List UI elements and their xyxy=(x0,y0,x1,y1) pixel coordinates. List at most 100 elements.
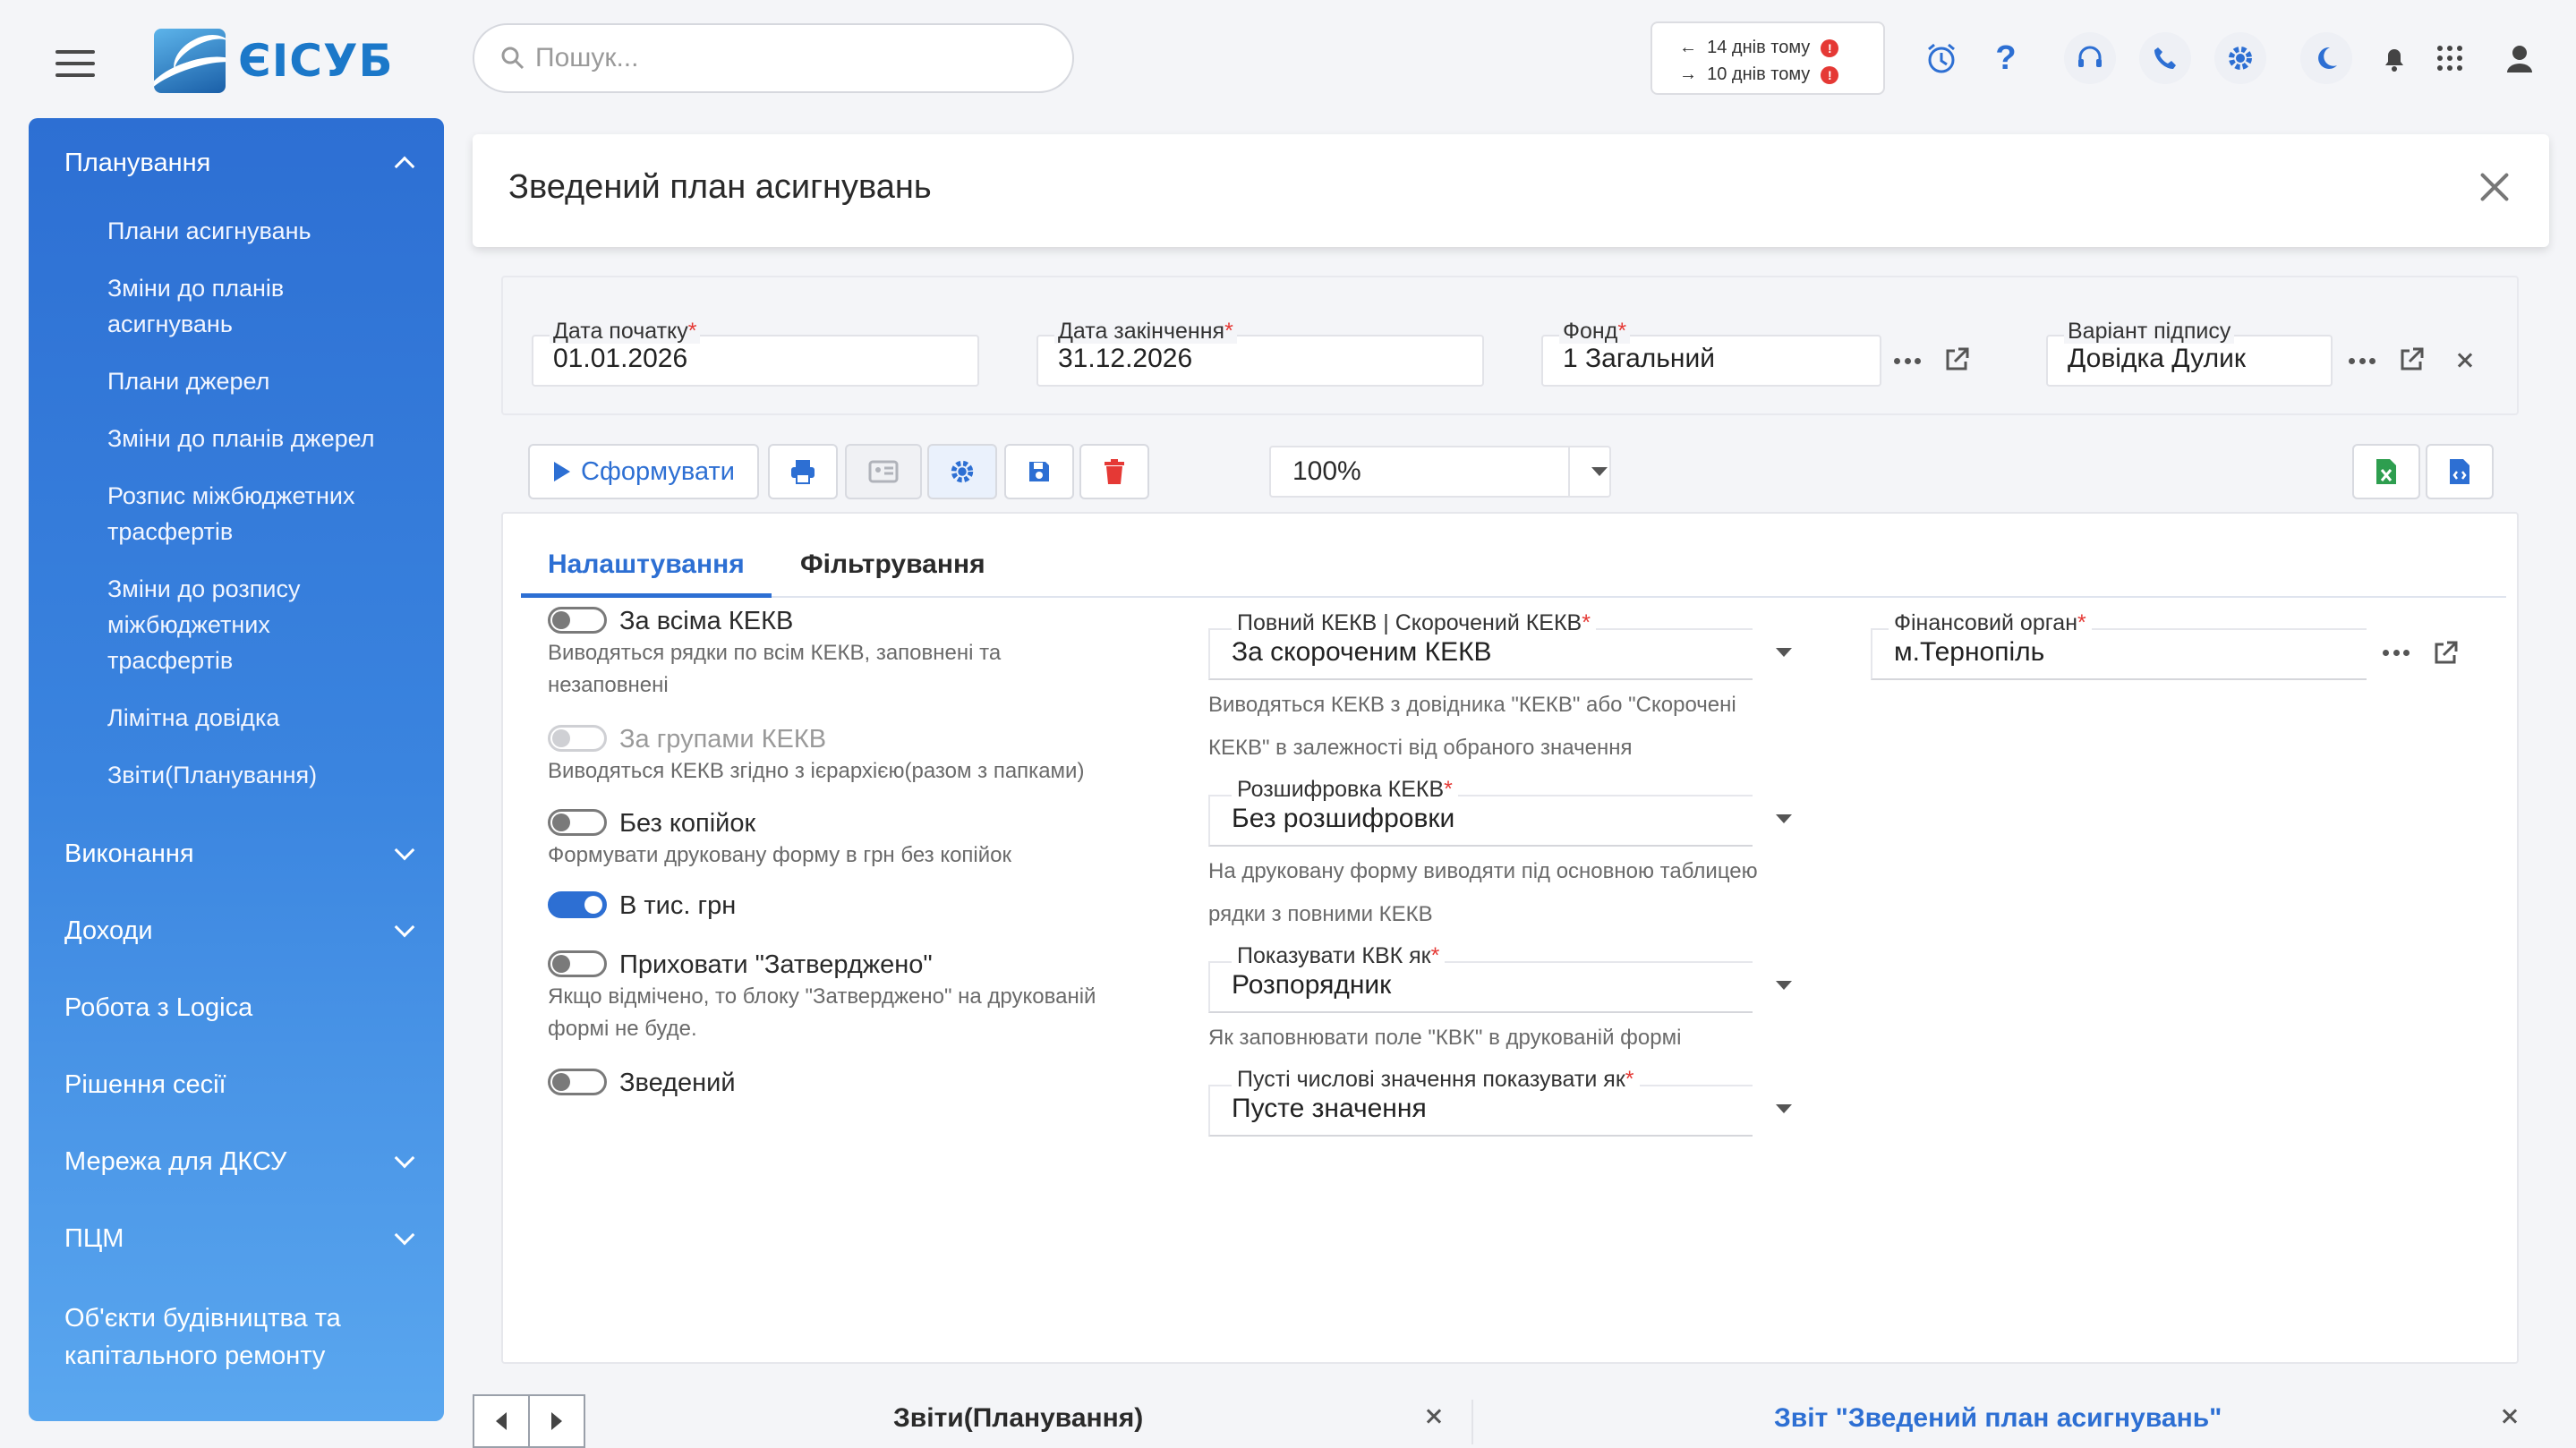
search-input[interactable]: Пошук... xyxy=(473,23,1074,93)
kekv-decode-select[interactable]: Без розшифровки xyxy=(1208,795,1753,847)
tabs-next-button[interactable] xyxy=(528,1394,585,1448)
signature-more-icon[interactable] xyxy=(2349,356,2376,365)
sidebar-section-network[interactable]: Мережа для ДКСУ xyxy=(64,1144,286,1180)
sidebar-section-execution[interactable]: Виконання xyxy=(64,836,194,872)
settings-gear-icon[interactable] xyxy=(2214,32,2266,84)
bottom-tab-close-icon[interactable] xyxy=(1425,1407,1443,1425)
sidebar-item-limit-reference[interactable]: Лімітна довідка xyxy=(107,700,279,736)
toggle-hide-approved[interactable] xyxy=(548,950,607,977)
settings-button[interactable] xyxy=(927,444,997,499)
sidebar-item-plan-changes[interactable]: Зміни до планів асигнувань xyxy=(107,270,376,342)
help-icon[interactable]: ? xyxy=(1980,32,2032,84)
trash-icon xyxy=(1105,459,1124,484)
toggle-consolidated[interactable] xyxy=(548,1069,607,1095)
select-hint: Як заповнювати поле "КВК" в друкованій ф… xyxy=(1208,1026,1682,1050)
close-icon[interactable] xyxy=(2472,165,2517,209)
excel-file-icon xyxy=(2376,459,2396,484)
sidebar-section-logica[interactable]: Робота з Logica xyxy=(64,990,252,1026)
arrow-left-icon: ← xyxy=(1679,38,1697,57)
chevron-down-icon[interactable] xyxy=(1776,648,1792,657)
chevron-down-icon[interactable] xyxy=(1776,981,1792,990)
user-avatar-icon[interactable] xyxy=(2494,32,2546,84)
support-headset-icon[interactable] xyxy=(2064,32,2116,84)
tab-filtering[interactable]: Фільтрування xyxy=(800,549,985,580)
generate-button[interactable]: Сформувати xyxy=(528,444,759,499)
select-hint: КЕКВ" в залежності від обраного значення xyxy=(1208,736,1633,760)
option-title: За всіма КЕКВ xyxy=(619,607,794,635)
fin-org-open-icon[interactable] xyxy=(2431,639,2460,668)
chevron-down-icon[interactable] xyxy=(1776,814,1792,823)
sidebar-item-transfers[interactable]: Розпис міжбюджетних трасфертів xyxy=(107,478,412,549)
option-desc: Формувати друковану форму в грн без копі… xyxy=(548,843,1012,867)
chevron-down-icon[interactable] xyxy=(1591,467,1608,476)
page-header: Зведений план асигнувань xyxy=(473,134,2549,247)
chevron-down-icon[interactable] xyxy=(394,916,415,938)
doc-file-icon xyxy=(2450,459,2469,484)
signature-open-icon[interactable] xyxy=(2397,345,2426,374)
toggle-no-kopecks[interactable] xyxy=(548,809,607,836)
start-date-label: Дата початку* xyxy=(550,319,701,344)
apps-grid-icon[interactable] xyxy=(2424,32,2476,84)
fin-org-more-icon[interactable] xyxy=(2383,648,2410,657)
sidebar-section-construction[interactable]: Об'єкти будівництва та капітального ремо… xyxy=(64,1299,387,1375)
sidebar-item-source-plans[interactable]: Плани джерел xyxy=(107,363,269,399)
fund-more-icon[interactable] xyxy=(1894,356,1921,365)
option-title: Приховати "Затверджено" xyxy=(619,950,933,979)
export-doc-button[interactable] xyxy=(2426,444,2494,499)
empty-values-select[interactable]: Пусте значення xyxy=(1208,1085,1753,1137)
sidebar: Планування Плани асигнувань Зміни до пла… xyxy=(29,118,444,1421)
bottom-tab-close-icon[interactable] xyxy=(2501,1407,2519,1425)
sidebar-section-income[interactable]: Доходи xyxy=(64,913,153,949)
fund-open-icon[interactable] xyxy=(1942,345,1971,374)
option-desc: Виводяться КЕКВ згідно з ієрархією(разом… xyxy=(548,759,1085,783)
tab-settings[interactable]: Налаштування xyxy=(548,549,745,580)
option-title: В тис. грн xyxy=(619,891,737,920)
kekv-mode-select[interactable]: За скороченим КЕКВ xyxy=(1208,628,1753,680)
sidebar-item-transfer-changes[interactable]: Зміни до розпису міжбюджетних трасфертів xyxy=(107,571,376,678)
toggle-thousands[interactable] xyxy=(548,891,607,918)
zoom-select[interactable]: 100% xyxy=(1269,446,1611,498)
search-icon xyxy=(501,47,525,70)
arrow-right-icon xyxy=(551,1412,562,1430)
sidebar-section-pcm[interactable]: ПЦМ xyxy=(64,1221,124,1256)
sidebar-item-reports[interactable]: Звіти(Планування) xyxy=(107,757,317,793)
sidebar-section-session[interactable]: Рішення сесії xyxy=(64,1067,226,1103)
export-excel-button[interactable] xyxy=(2352,444,2420,499)
chevron-down-icon[interactable] xyxy=(1776,1104,1792,1113)
phone-icon[interactable] xyxy=(2139,32,2191,84)
delete-button[interactable] xyxy=(1079,444,1149,499)
tabs-prev-button[interactable] xyxy=(473,1394,530,1448)
history-forward[interactable]: → 10 днів тому! xyxy=(1679,61,1883,88)
history-widget[interactable]: ← 14 днів тому! → 10 днів тому! xyxy=(1651,21,1885,95)
save-button[interactable] xyxy=(1004,444,1074,499)
chevron-down-icon[interactable] xyxy=(394,1147,415,1169)
menu-icon[interactable] xyxy=(55,50,95,77)
signature-clear-icon[interactable] xyxy=(2456,351,2474,369)
kvk-mode-select[interactable]: Розпорядник xyxy=(1208,961,1753,1013)
card-button[interactable] xyxy=(845,444,922,499)
toggle-kekv-groups[interactable] xyxy=(548,725,607,752)
bottom-tab-consolidated-report[interactable]: Звіт "Зведений план асигнувань" xyxy=(1774,1403,2222,1434)
logo-text: ЄІСУБ xyxy=(238,35,394,87)
dark-mode-moon-icon[interactable] xyxy=(2300,32,2352,84)
alarm-clock-icon[interactable] xyxy=(1915,32,1967,84)
chevron-up-icon[interactable] xyxy=(394,156,415,177)
chevron-down-icon[interactable] xyxy=(394,1224,415,1246)
option-desc: формі не буде. xyxy=(548,1017,697,1041)
arrow-right-icon: → xyxy=(1679,64,1697,84)
toggle-all-kekv[interactable] xyxy=(548,607,607,634)
select-label: Пусті числові значення показувати як* xyxy=(1232,1067,1640,1092)
sidebar-item-plans[interactable]: Плани асигнувань xyxy=(107,213,311,249)
chevron-down-icon[interactable] xyxy=(394,839,415,861)
option-desc: Виводяться рядки по всім КЕКВ, заповнені… xyxy=(548,641,1002,665)
bottom-tab-reports[interactable]: Звіти(Планування) xyxy=(893,1403,1143,1434)
notifications-bell-icon[interactable] xyxy=(2368,32,2420,84)
sidebar-item-source-plan-changes[interactable]: Зміни до планів джерел xyxy=(107,421,375,456)
logo[interactable]: ЄІСУБ xyxy=(154,27,405,95)
fin-org-field[interactable]: м.Тернопіль xyxy=(1871,628,2367,680)
select-label: Повний КЕКВ | Скорочений КЕКВ* xyxy=(1232,610,1596,635)
option-desc: Якщо відмічено, то блоку "Затверджено" н… xyxy=(548,984,1096,1009)
sidebar-section-planning[interactable]: Планування xyxy=(64,145,210,181)
history-back[interactable]: ← 14 днів тому! xyxy=(1679,34,1883,61)
print-button[interactable] xyxy=(768,444,838,499)
